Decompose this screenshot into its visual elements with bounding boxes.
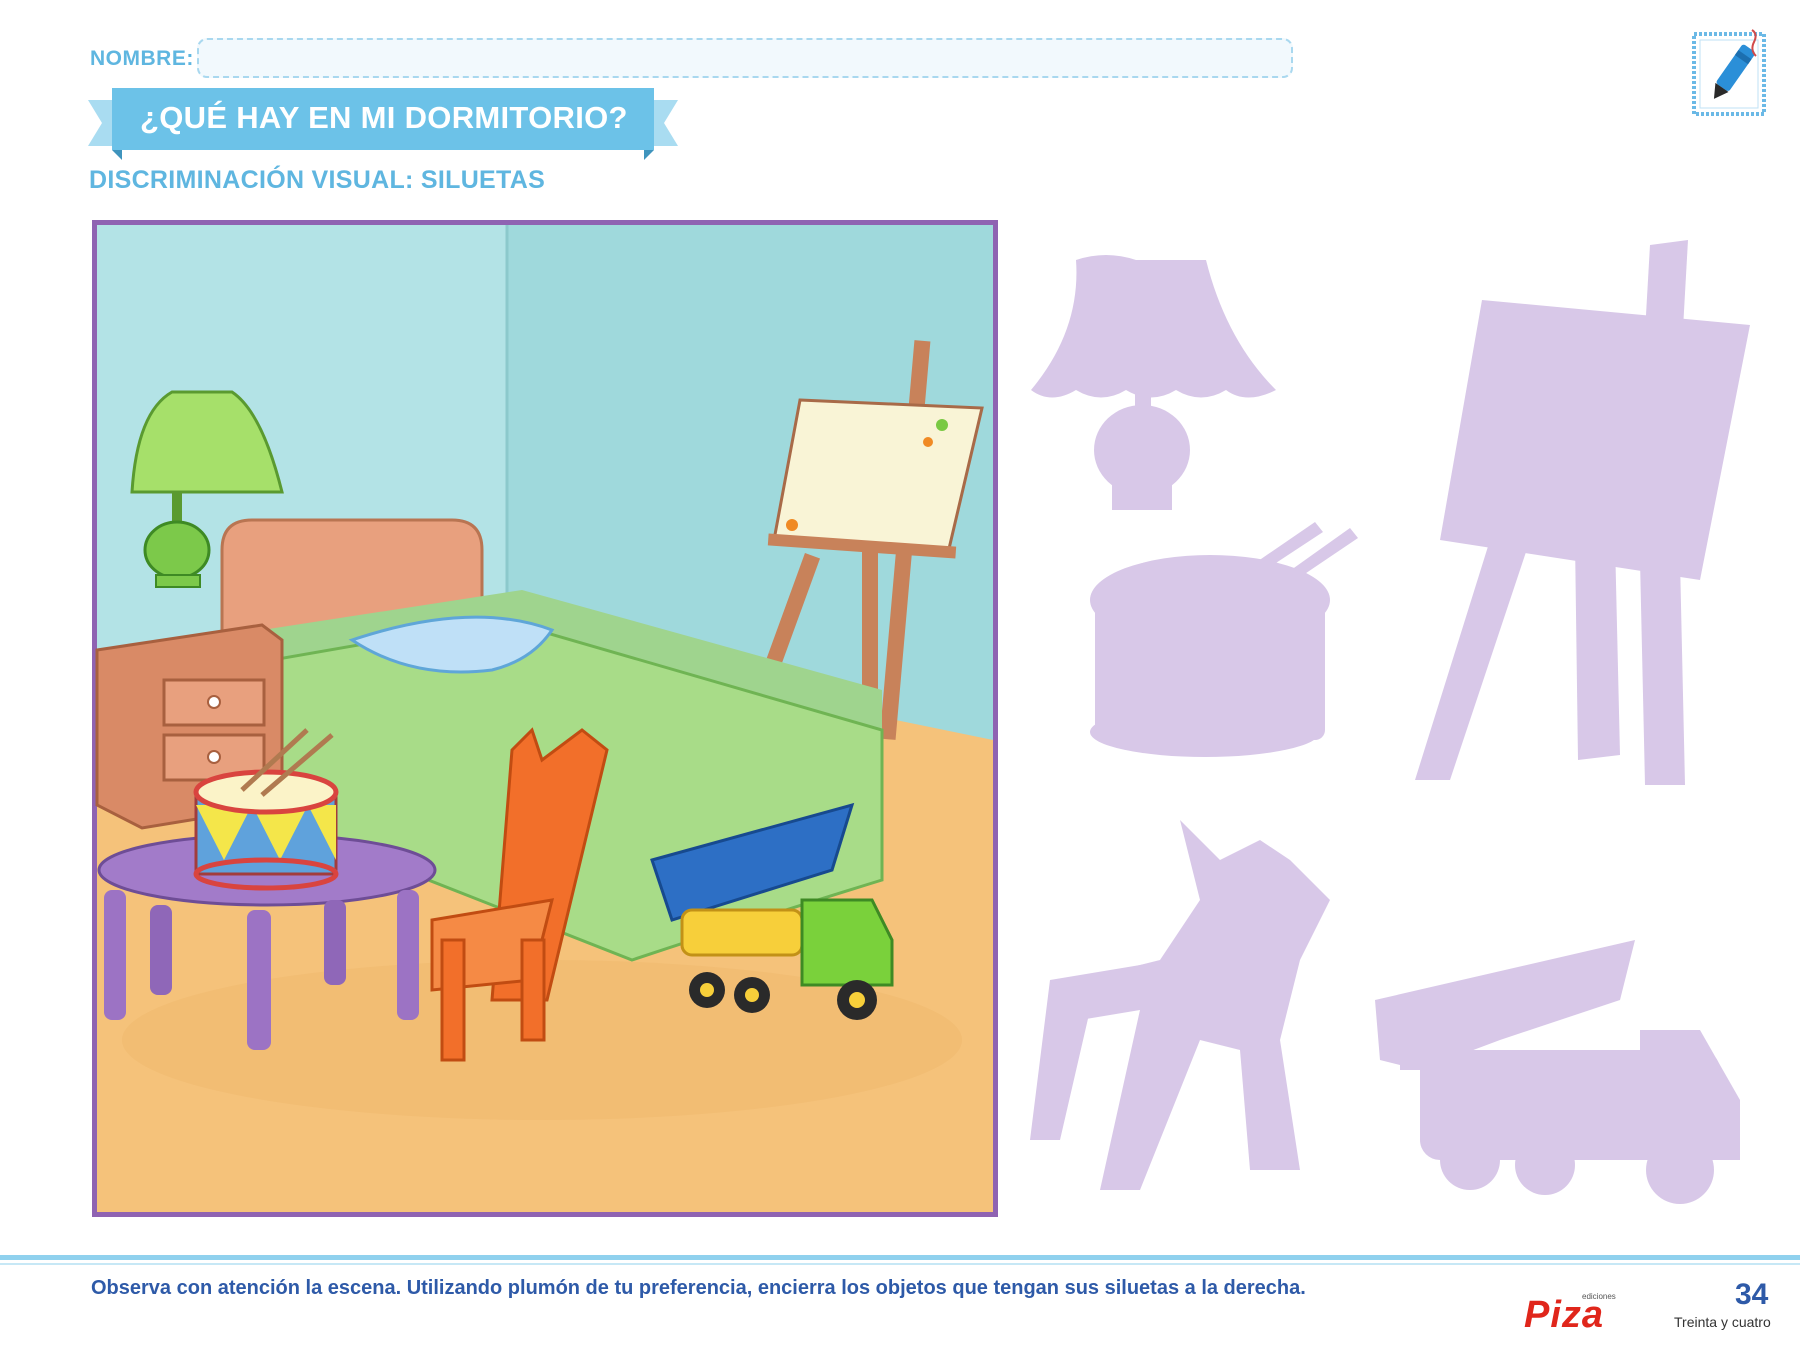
lamp-silhouette bbox=[1031, 255, 1276, 510]
brand-logo: Piza bbox=[1524, 1294, 1605, 1336]
easel-silhouette bbox=[1415, 240, 1750, 785]
bedroom-scene bbox=[92, 220, 998, 1217]
footer-divider-thin bbox=[0, 1263, 1800, 1265]
page-subtitle: DISCRIMINACIÓN VISUAL: SILUETAS bbox=[89, 166, 546, 194]
chair-silhouette bbox=[1030, 820, 1330, 1190]
instructions-text: Observa con atención la escena. Utilizan… bbox=[91, 1277, 1306, 1299]
silhouettes-panel bbox=[1030, 240, 1750, 1204]
footer-divider bbox=[0, 1255, 1800, 1260]
drum-silhouette bbox=[1090, 522, 1358, 757]
dump-truck-silhouette bbox=[1375, 940, 1740, 1204]
name-input[interactable] bbox=[197, 38, 1293, 78]
name-label: NOMBRE: bbox=[90, 47, 194, 70]
page-number-words: Treinta y cuatro bbox=[1674, 1314, 1771, 1330]
marker-icon bbox=[1692, 29, 1766, 116]
page-number: 34 bbox=[1735, 1278, 1769, 1311]
page-title: ¿QUÉ HAY EN MI DORMITORIO? bbox=[140, 100, 628, 135]
